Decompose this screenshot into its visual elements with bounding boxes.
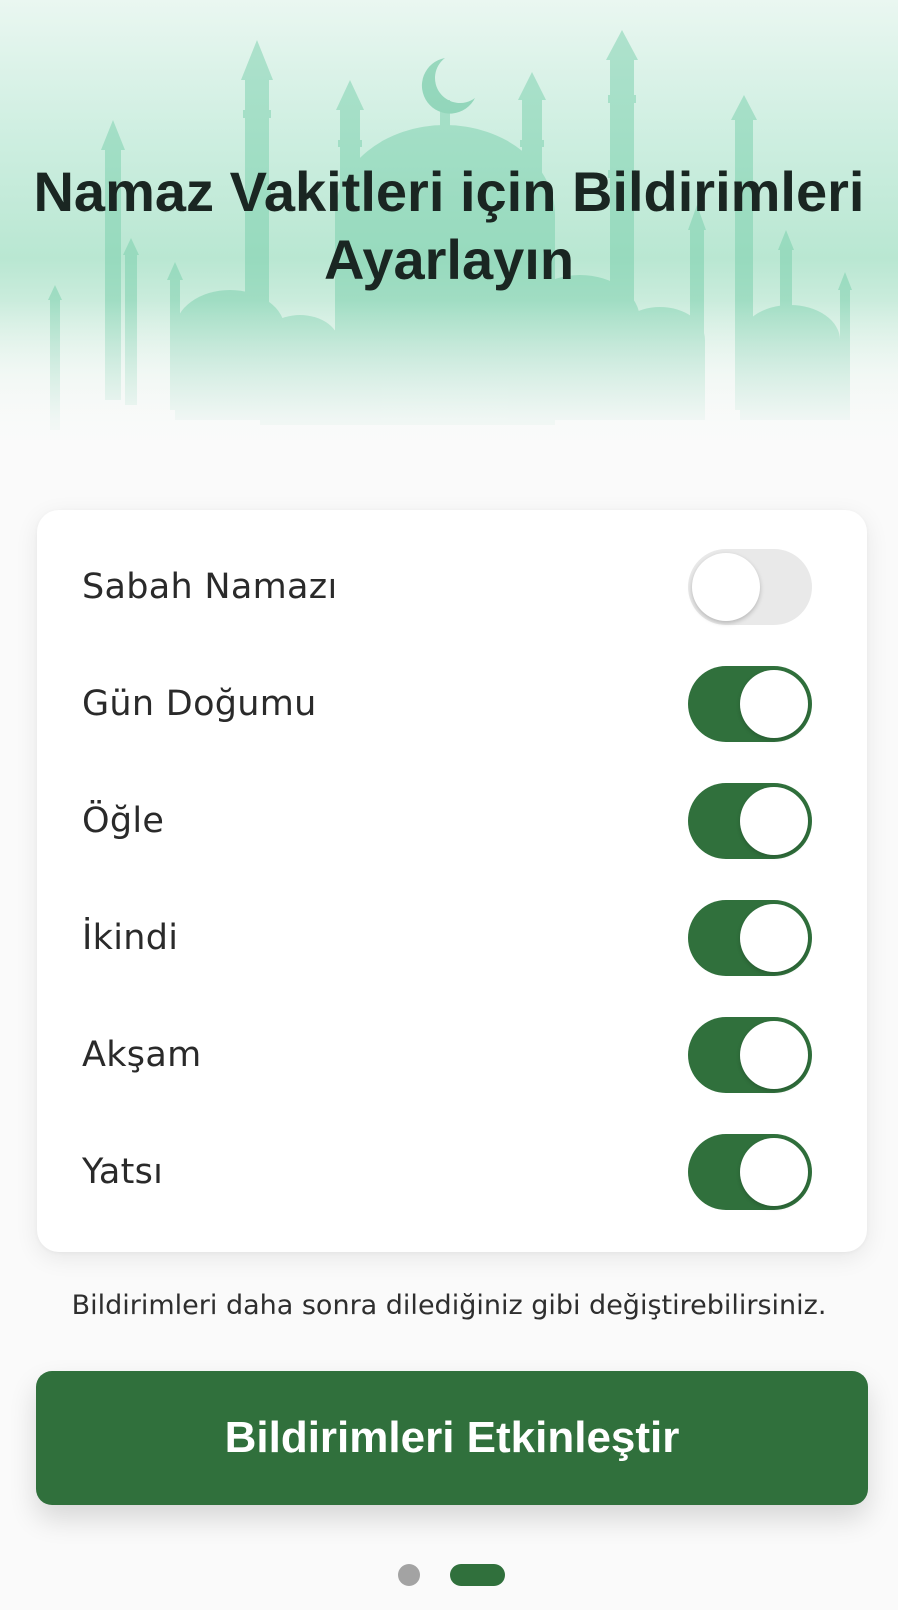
prayer-label: Gün Doğumu [82,683,317,724]
prayer-row-yatsi: Yatsı [37,1113,867,1230]
prayer-label: İkindi [82,917,179,958]
toggle-knob [740,1137,808,1206]
enable-notifications-button[interactable]: Bildirimleri Etkinleştir [36,1371,868,1505]
yatsi-toggle[interactable] [688,1133,812,1210]
page-dot-active[interactable] [450,1564,505,1586]
toggle-knob [692,552,760,621]
sabah-toggle[interactable] [688,548,812,625]
aksam-toggle[interactable] [688,1016,812,1093]
page-title: Namaz Vakitleri için Bildirimleri Ayarla… [33,160,865,291]
prayer-row-gun-dogumu: Gün Doğumu [37,645,867,762]
prayer-label: Yatsı [82,1151,164,1192]
toggle-knob [740,903,808,972]
toggle-knob [740,1020,808,1089]
gun-dogumu-toggle[interactable] [688,665,812,742]
toggle-knob [740,786,808,855]
prayer-label: Akşam [82,1034,202,1075]
prayer-row-ikindi: İkindi [37,879,867,996]
page-indicator [0,1563,898,1587]
settings-note: Bildirimleri daha sonra dilediğiniz gibi… [71,1290,827,1321]
ogle-toggle[interactable] [688,782,812,859]
ikindi-toggle[interactable] [688,899,812,976]
hero-fade [0,300,898,470]
prayer-row-ogle: Öğle [37,762,867,879]
page-dot-inactive[interactable] [398,1564,420,1586]
prayer-label: Öğle [82,800,165,841]
prayer-notification-card: Sabah Namazı Gün Doğumu Öğle İkindi Akşa… [37,510,867,1252]
prayer-row-sabah: Sabah Namazı [37,528,867,645]
prayer-row-aksam: Akşam [37,996,867,1113]
prayer-label: Sabah Namazı [82,566,338,607]
toggle-knob [740,669,808,738]
